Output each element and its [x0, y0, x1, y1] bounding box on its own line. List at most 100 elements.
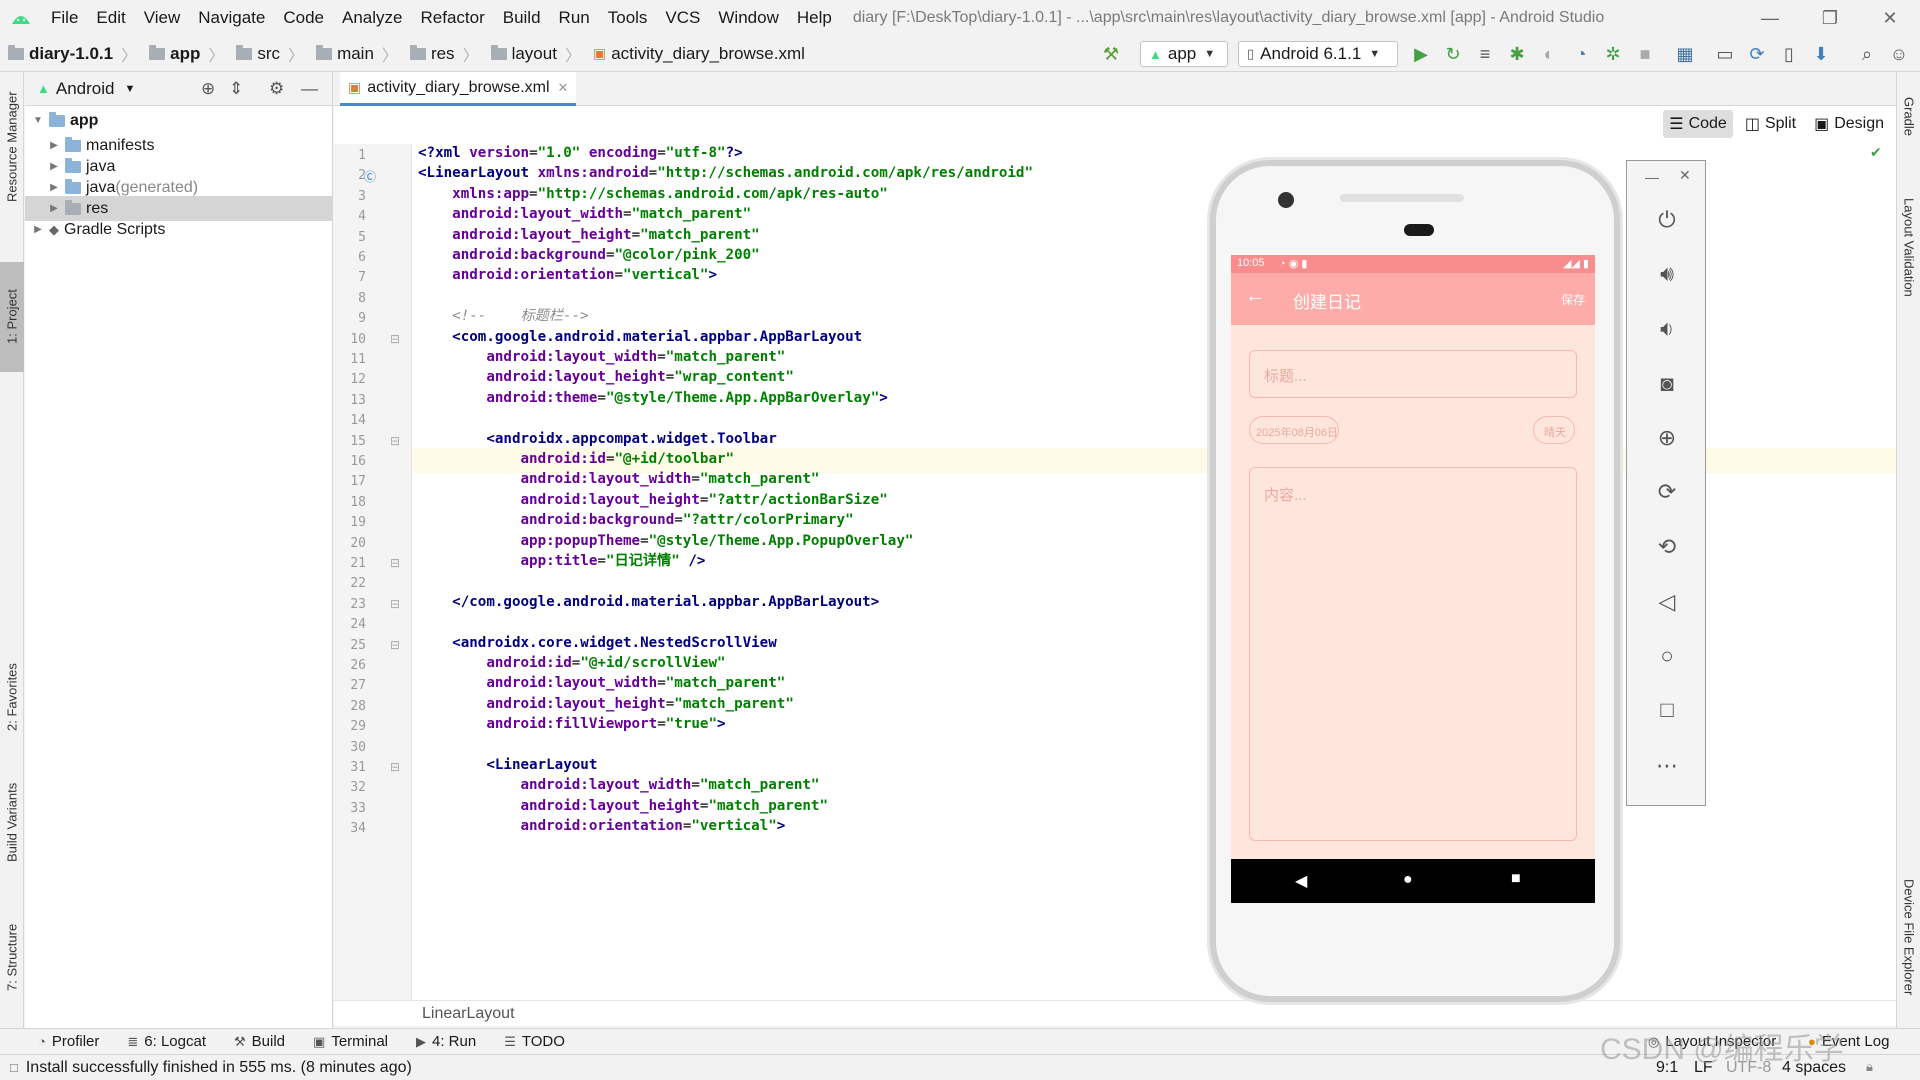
tree-item-gradle-scripts[interactable]: ▶ ◆ Gradle Scripts	[25, 217, 332, 242]
status-message[interactable]: Install successfully finished in 555 ms.…	[26, 1059, 412, 1077]
volume-up-icon[interactable]: 🔊︎	[1627, 261, 1707, 287]
stop-icon[interactable]: ■	[1634, 43, 1656, 65]
tab-activity-diary-browse[interactable]: ▣ activity_diary_browse.xml ✕	[340, 72, 577, 106]
build-tab[interactable]: ⚒ Build	[234, 1033, 285, 1050]
menu-window[interactable]: Window	[709, 0, 787, 36]
hammer-icon[interactable]: ⚒	[1100, 43, 1122, 65]
attach-process-icon[interactable]: ✲	[1602, 43, 1624, 65]
fold-icon[interactable]: ⊟	[390, 760, 400, 774]
menu-analyze[interactable]: Analyze	[333, 0, 411, 36]
debug-icon[interactable]: ✱	[1506, 43, 1528, 65]
close-icon[interactable]: ✕	[1679, 167, 1691, 184]
menu-navigate[interactable]: Navigate	[189, 0, 274, 36]
attach-debugger-icon[interactable]: ◐	[1538, 43, 1560, 65]
fold-icon[interactable]: ⊟	[390, 434, 400, 448]
project-view-select[interactable]: Android	[56, 79, 115, 99]
tab-structure[interactable]: 7: Structure	[0, 902, 24, 1012]
code-line[interactable]: android:orientation="vertical">	[418, 814, 786, 839]
nav-recents-icon[interactable]: ■	[1511, 870, 1521, 888]
code-line[interactable]: android:fillViewport="true">	[418, 712, 725, 737]
overview-icon[interactable]: □	[1627, 697, 1707, 723]
gear-icon[interactable]: ⚙	[269, 79, 284, 99]
menu-tools[interactable]: Tools	[599, 0, 657, 36]
collapsed-arrow-icon[interactable]: ▶	[47, 203, 61, 214]
code-line[interactable]: android:orientation="vertical">	[418, 263, 717, 288]
close-tab-icon[interactable]: ✕	[558, 80, 569, 96]
logcat-tab[interactable]: ≣ 6: Logcat	[127, 1033, 206, 1050]
minimize-button[interactable]: —	[1740, 0, 1800, 36]
apply-code-changes-icon[interactable]: ≡	[1474, 43, 1496, 65]
tab-project[interactable]: 1: Project	[0, 262, 24, 372]
collapse-all-icon[interactable]: ⇕	[229, 79, 243, 99]
phone-date-chip[interactable]: 2025年08月06日	[1249, 416, 1339, 444]
lock-icon[interactable]: 🔒︎	[1866, 1059, 1873, 1075]
hide-icon[interactable]: —	[301, 79, 318, 99]
tab-favorites[interactable]: 2: Favorites	[0, 642, 24, 752]
chevron-down-icon[interactable]: ▼	[124, 83, 135, 95]
phone-weather-chip[interactable]: 晴天	[1533, 416, 1575, 444]
menu-file[interactable]: File	[42, 0, 87, 36]
menu-build[interactable]: Build	[494, 0, 550, 36]
phone-content-field[interactable]: 内容...	[1249, 467, 1577, 841]
maximize-button[interactable]: ❐	[1800, 0, 1860, 36]
breadcrumb-main[interactable]: main 〉	[308, 42, 402, 66]
split-mode-button[interactable]: ◫ Split	[1739, 110, 1802, 138]
locate-icon[interactable]: ⊕	[201, 79, 215, 99]
back-arrow-icon[interactable]: ←	[1245, 285, 1265, 308]
collapsed-arrow-icon[interactable]: ▶	[47, 140, 61, 151]
menu-view[interactable]: View	[135, 0, 190, 36]
avd-manager-icon[interactable]: ▯	[1778, 43, 1800, 65]
expanded-arrow-icon[interactable]: ▼	[31, 115, 45, 126]
search-icon[interactable]: ⌕	[1856, 43, 1878, 65]
fold-icon[interactable]: ⊟	[390, 556, 400, 570]
class-icon[interactable]: Ⓒ	[364, 168, 376, 185]
terminal-tab[interactable]: ▣ Terminal	[313, 1033, 388, 1050]
menu-refactor[interactable]: Refactor	[411, 0, 493, 36]
tab-device-file-explorer[interactable]: Device File Explorer	[1897, 852, 1920, 1022]
nav-home-icon[interactable]: ●	[1403, 871, 1413, 889]
code-line[interactable]: app:title="日记详情" />	[418, 549, 706, 574]
breadcrumb-src[interactable]: src 〉	[228, 42, 308, 66]
breadcrumb-file[interactable]: ▣ activity_diary_browse.xml	[585, 44, 809, 64]
more-icon[interactable]: ⋯	[1627, 753, 1707, 779]
volume-down-icon[interactable]: 🔉︎	[1627, 316, 1707, 342]
menu-edit[interactable]: Edit	[87, 0, 134, 36]
breadcrumb-layout[interactable]: layout 〉	[483, 42, 585, 66]
rotate-right-icon[interactable]: ⟳	[1627, 479, 1707, 505]
back-icon[interactable]: ◁	[1627, 589, 1707, 615]
rotate-left-icon[interactable]: ⟲	[1627, 534, 1707, 560]
breadcrumb-app[interactable]: app 〉	[141, 42, 228, 66]
user-icon[interactable]: ☺	[1888, 43, 1910, 65]
editor-breadcrumb[interactable]: LinearLayout	[334, 1000, 1896, 1026]
breadcrumb-project[interactable]: diary-1.0.1 〉	[0, 42, 141, 66]
collapsed-arrow-icon[interactable]: ▶	[47, 182, 61, 193]
screenshot-camera-icon[interactable]: ◙	[1627, 371, 1707, 397]
sync-icon[interactable]: ▭	[1714, 43, 1736, 65]
tab-resource-manager[interactable]: Resource Manager	[0, 82, 24, 212]
project-structure-icon[interactable]: ▦	[1674, 43, 1696, 65]
menu-run[interactable]: Run	[550, 0, 599, 36]
profiler-tab[interactable]: ◔ Profiler	[38, 1033, 99, 1050]
breadcrumb-res[interactable]: res 〉	[402, 42, 483, 66]
run-config-select[interactable]: ▲ app ▼	[1140, 41, 1228, 67]
tab-gradle[interactable]: Gradle	[1897, 82, 1920, 152]
fold-icon[interactable]: ⊟	[390, 638, 400, 652]
fold-icon[interactable]: ⊟	[390, 597, 400, 611]
code-line[interactable]: android:theme="@style/Theme.App.AppBarOv…	[418, 386, 888, 411]
code-mode-button[interactable]: ☰ Code	[1663, 110, 1733, 138]
design-mode-button[interactable]: ▣ Design	[1808, 110, 1890, 138]
code-line[interactable]: </com.google.android.material.appbar.App…	[418, 590, 879, 615]
menu-vcs[interactable]: VCS	[656, 0, 709, 36]
status-toggle-icon[interactable]: □	[10, 1060, 18, 1075]
run-icon[interactable]: ▶	[1410, 43, 1432, 65]
tab-layout-validation[interactable]: Layout Validation	[1897, 172, 1920, 322]
phone-title-field[interactable]: 标题...	[1249, 350, 1577, 398]
minimize-icon[interactable]: —	[1645, 169, 1659, 185]
close-window-button[interactable]: ✕	[1860, 0, 1920, 36]
tree-item-app[interactable]: ▼ app	[25, 108, 332, 133]
collapsed-arrow-icon[interactable]: ▶	[31, 224, 45, 235]
fold-icon[interactable]: ⊟	[390, 332, 400, 346]
run-tab[interactable]: ▶ 4: Run	[416, 1033, 476, 1050]
menu-help[interactable]: Help	[788, 0, 841, 36]
home-icon[interactable]: ○	[1627, 643, 1707, 669]
